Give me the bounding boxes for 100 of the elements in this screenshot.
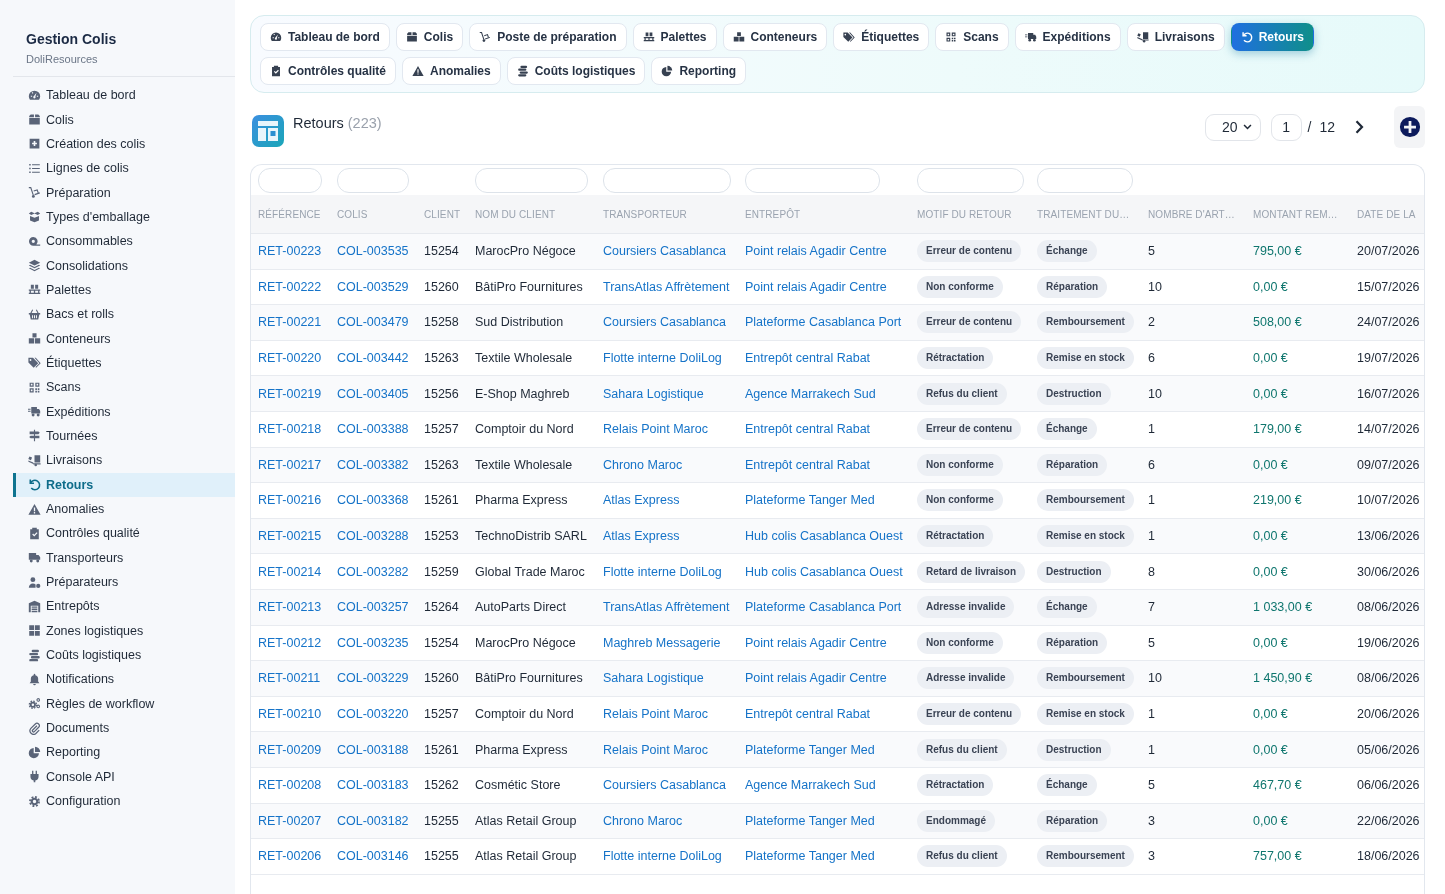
sidebar-item[interactable]: Création des colis xyxy=(13,131,235,157)
table-link[interactable]: Atlas Express xyxy=(603,493,680,508)
sidebar-item[interactable]: Préparateurs xyxy=(13,569,235,595)
tab[interactable]: Conteneurs xyxy=(722,23,828,51)
table-cell: 15258 xyxy=(424,304,475,341)
tab[interactable]: Retours xyxy=(1230,23,1314,51)
sidebar-item[interactable]: Expéditions xyxy=(13,399,235,424)
tags-icon xyxy=(843,31,856,43)
table-link[interactable]: COL-003388 xyxy=(337,422,409,437)
table-link[interactable]: Hub colis Casablanca Ouest xyxy=(745,564,903,579)
table-link[interactable]: Entrepôt central Rabat xyxy=(745,707,871,721)
per-page-select[interactable]: 20 xyxy=(1204,113,1261,141)
table-link[interactable]: RET-00208 xyxy=(258,778,322,793)
table-link[interactable]: RET-00218 xyxy=(258,422,322,437)
sidebar-item[interactable]: Coûts logistiques xyxy=(13,642,235,668)
add-button[interactable] xyxy=(1394,106,1425,148)
table-link[interactable]: Point relais Agadir Centre xyxy=(745,635,887,650)
tab[interactable]: Palettes xyxy=(632,23,717,51)
table-link[interactable]: COL-003442 xyxy=(337,351,409,366)
table-link[interactable]: COL-003368 xyxy=(337,493,409,508)
sidebar-item[interactable]: Entrepôts xyxy=(13,594,235,619)
table-link[interactable]: TransAtlas Affrètement xyxy=(603,279,730,294)
sidebar-item[interactable]: Livraisons xyxy=(13,448,235,473)
table-link[interactable]: RET-00222 xyxy=(258,279,322,294)
sidebar-item[interactable]: Retours xyxy=(13,472,235,497)
table-link[interactable]: Entrepôt central Rabat xyxy=(745,422,871,437)
page-input[interactable]: 1 xyxy=(1270,113,1302,141)
filter-field[interactable] xyxy=(475,167,588,193)
tab[interactable]: Poste de préparation xyxy=(469,23,627,51)
fast-truck-icon xyxy=(1024,31,1037,43)
table-link[interactable]: RET-00220 xyxy=(258,351,322,366)
sidebar-item[interactable]: Scans xyxy=(13,375,235,400)
table-link[interactable]: RET-00214 xyxy=(258,564,322,579)
sidebar-item[interactable]: Bacs et rolls xyxy=(13,302,235,327)
sidebar-item[interactable]: Préparation xyxy=(13,180,235,205)
table-link[interactable]: Plateforme Tanger Med xyxy=(745,493,875,508)
tab[interactable]: Expéditions xyxy=(1014,23,1121,51)
table-link[interactable]: RET-00212 xyxy=(258,635,322,650)
table-link[interactable]: RET-00216 xyxy=(258,493,322,508)
gauge-icon xyxy=(270,31,282,43)
filter-field[interactable] xyxy=(1037,167,1133,193)
filter-field[interactable] xyxy=(258,167,322,193)
sidebar-item[interactable]: Lignes de colis xyxy=(13,156,235,181)
table-link[interactable]: Relais Point Maroc xyxy=(603,422,708,437)
table-link[interactable]: Point relais Agadir Centre xyxy=(745,279,887,294)
table-link[interactable]: Flotte interne DoliLog xyxy=(603,849,722,864)
truck-icon xyxy=(28,551,41,565)
table-link[interactable]: COL-003220 xyxy=(337,707,409,721)
tab[interactable]: Étiquettes xyxy=(833,23,930,51)
table-cell: 15257 xyxy=(424,696,475,732)
sidebar-item[interactable]: Transporteurs xyxy=(13,545,235,570)
status-badge: Rétractation xyxy=(917,347,994,370)
sidebar-item[interactable]: Étiquettes xyxy=(13,350,235,376)
table-cell: 1 xyxy=(1148,411,1253,448)
filter-field[interactable] xyxy=(745,167,880,193)
sidebar-item[interactable]: Consolidations xyxy=(13,253,235,278)
tab[interactable]: Livraisons xyxy=(1126,23,1225,51)
table-link[interactable]: Entrepôt central Rabat xyxy=(745,351,871,366)
sidebar-item[interactable]: Contrôles qualité xyxy=(13,521,235,546)
tab[interactable]: Anomalies xyxy=(402,57,501,85)
table-link[interactable]: Flotte interne DoliLog xyxy=(603,564,722,579)
sidebar-item[interactable]: Zones logistiques xyxy=(13,618,235,643)
table-link[interactable]: Agence Marrakech Sud xyxy=(745,778,876,793)
tab[interactable]: Coûts logistiques xyxy=(506,57,646,85)
table-link[interactable]: COL-003235 xyxy=(337,635,409,650)
table-link[interactable]: Relais Point Maroc xyxy=(603,707,708,721)
sidebar-item[interactable]: Règles de workflow xyxy=(13,691,235,716)
tab[interactable]: Colis xyxy=(395,23,464,51)
sidebar-item[interactable]: Tournées xyxy=(13,423,235,449)
sidebar-item[interactable]: Console API xyxy=(13,764,235,789)
tab[interactable]: Tableau de bord xyxy=(260,23,390,51)
status-badge: Non conforme xyxy=(917,489,1003,512)
table-link[interactable]: Maghreb Messagerie xyxy=(603,635,721,650)
sidebar-item[interactable]: Conteneurs xyxy=(13,326,235,351)
table-link[interactable]: COL-003282 xyxy=(337,564,409,579)
next-page-button[interactable] xyxy=(1355,120,1364,134)
sidebar-item[interactable]: Notifications xyxy=(13,667,235,692)
tab[interactable]: Contrôles qualité xyxy=(260,57,396,85)
table-link[interactable]: RET-00206 xyxy=(258,849,322,864)
sidebar-item[interactable]: Palettes xyxy=(13,277,235,303)
sidebar-item[interactable]: Anomalies xyxy=(13,496,235,522)
sidebar-item[interactable]: Consommables xyxy=(13,229,235,254)
sidebar-item[interactable]: Colis xyxy=(13,107,235,132)
sidebar-item[interactable]: Types d'emballage xyxy=(13,204,235,230)
table-link[interactable]: RET-00210 xyxy=(258,707,322,721)
table-link[interactable]: COL-003146 xyxy=(337,849,409,864)
table-link[interactable]: Flotte interne DoliLog xyxy=(603,351,722,366)
table-link[interactable]: Coursiers Casablanca xyxy=(603,778,726,793)
table-link[interactable]: Plateforme Tanger Med xyxy=(745,849,875,864)
sidebar-item[interactable]: Reporting xyxy=(13,740,235,765)
table-link[interactable]: COL-003183 xyxy=(337,778,409,793)
filter-field[interactable] xyxy=(603,167,731,193)
sidebar-item[interactable]: Configuration xyxy=(13,788,235,814)
tab[interactable]: Scans xyxy=(935,23,1009,51)
sidebar-item[interactable]: Documents xyxy=(13,715,235,741)
filter-field[interactable] xyxy=(337,167,409,193)
tab[interactable]: Reporting xyxy=(651,57,747,85)
filter-field[interactable] xyxy=(917,167,1024,193)
sidebar-item[interactable]: Tableau de bord xyxy=(13,83,235,108)
table-link[interactable]: COL-003529 xyxy=(337,279,409,294)
